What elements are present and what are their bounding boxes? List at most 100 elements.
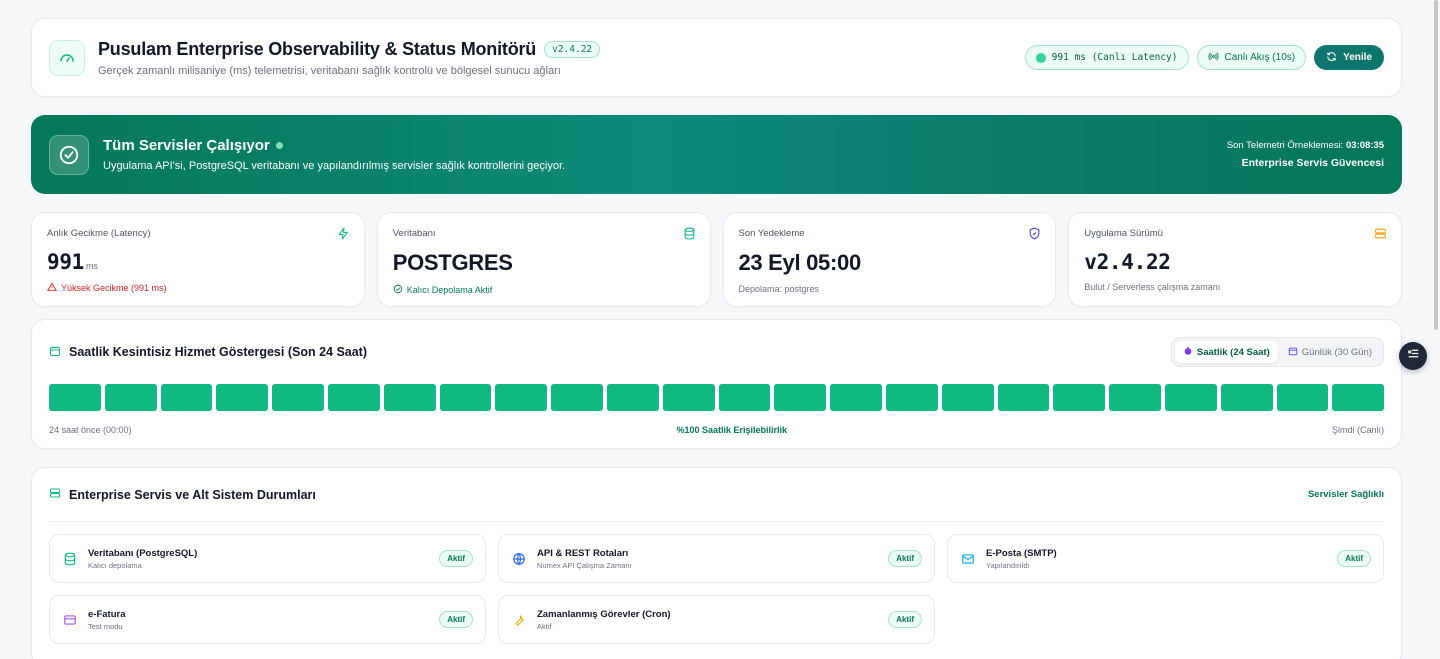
- wrench-icon: [511, 612, 527, 628]
- stat-note: Kalıcı Depolama Aktif: [406, 285, 493, 295]
- uptime-bar[interactable]: [1220, 384, 1273, 411]
- warning-icon: [47, 282, 57, 294]
- service-sub: Test modu: [88, 621, 123, 631]
- tab-hourly[interactable]: Saatlik (24 Saat): [1174, 341, 1278, 363]
- banner-title: Tüm Servisler Çalışıyor: [103, 137, 270, 154]
- status-badge: Aktif: [888, 611, 922, 628]
- latency-pill-label: 991 ms (Canlı Latency): [1051, 52, 1178, 63]
- range-toggle: Saatlik (24 Saat) Günlük (30 Gün): [1170, 337, 1384, 367]
- stat-card-backup: Son Yedekleme 23 Eyl 05:00 Depolama: pos…: [722, 212, 1057, 307]
- service-name: E-Posta (SMTP): [986, 547, 1057, 559]
- service-sub: Kalıcı depolama: [88, 560, 142, 570]
- stat-value: POSTGRES: [392, 250, 513, 275]
- uptime-bar[interactable]: [941, 384, 994, 411]
- stat-unit: ms: [86, 261, 98, 271]
- last-sample-label: Son Telemetri Örneklemesi:: [1226, 140, 1344, 151]
- stat-card-database: Veritabanı POSTGRES Kalıcı Depolama Akti…: [376, 212, 711, 307]
- tab-hourly-label: Saatlik (24 Saat): [1196, 346, 1270, 358]
- uptime-bar[interactable]: [216, 384, 269, 411]
- status-badge: Aktif: [439, 550, 473, 567]
- refresh-label: Yenile: [1343, 52, 1372, 63]
- uptime-bar[interactable]: [718, 384, 771, 411]
- refresh-icon: [1326, 51, 1337, 65]
- calendar-icon: [49, 345, 61, 360]
- tab-daily-label: Günlük (30 Gün): [1301, 346, 1372, 358]
- service-sub: Aktif: [537, 621, 552, 631]
- stat-card-latency: Anlık Gecikme (Latency) 991 ms Yüksek Gec…: [31, 212, 365, 307]
- server-icon: [1374, 227, 1387, 245]
- availability-label: %100 Saatlik Erişilebilirlik: [676, 425, 788, 435]
- uptime-bar[interactable]: [830, 384, 882, 411]
- status-dot-icon: [1035, 52, 1046, 63]
- refresh-button[interactable]: Yenile: [1314, 45, 1384, 70]
- mail-icon: [960, 551, 976, 567]
- uptime-bar[interactable]: [1332, 384, 1385, 411]
- services-title: Enterprise Servis ve Alt Sistem Durumlar…: [69, 487, 316, 502]
- stat-card-version: Uygulama Sürümü v2.4.22 Bulut / Serverle…: [1068, 212, 1402, 307]
- header-card: Pusulam Enterprise Observability & Statu…: [31, 18, 1402, 97]
- service-item-smtp[interactable]: E-Posta (SMTP) Yapılandırıldı Aktif: [947, 534, 1384, 583]
- services-card: Enterprise Servis ve Alt Sistem Durumlar…: [31, 467, 1402, 659]
- status-badge: Aktif: [439, 611, 473, 628]
- status-badge: Aktif: [888, 550, 922, 567]
- stat-value: 23 Eyl 05:00: [738, 250, 862, 275]
- uptime-bar[interactable]: [383, 384, 436, 411]
- uptime-bar[interactable]: [551, 384, 603, 411]
- uptime-bar[interactable]: [49, 384, 101, 411]
- service-name: e-Fatura: [88, 608, 126, 620]
- service-sub: Numex API Çalışma Zamanı: [537, 560, 632, 570]
- status-badge: Aktif: [1337, 550, 1371, 567]
- assurance-label: Enterprise Servis Güvencesi: [1241, 157, 1384, 169]
- service-sub: Yapılandırıldı: [986, 560, 1030, 570]
- uptime-bar[interactable]: [1109, 384, 1161, 411]
- services-healthy-link[interactable]: Servisler Sağlıklı: [1308, 489, 1384, 500]
- stat-value: 991: [47, 250, 85, 274]
- shield-icon: [1028, 227, 1041, 245]
- service-item-api[interactable]: API & REST Rotaları Numex API Çalışma Za…: [498, 534, 935, 583]
- card-icon: [62, 612, 78, 628]
- uptime-bar[interactable]: [662, 384, 715, 411]
- uptime-bar[interactable]: [327, 384, 380, 411]
- service-item-efatura[interactable]: e-Fatura Test modu Aktif: [49, 595, 486, 644]
- version-badge: v2.4.22: [544, 40, 601, 58]
- page-title: Pusulam Enterprise Observability & Statu…: [98, 38, 537, 59]
- uptime-bar[interactable]: [1276, 384, 1329, 411]
- stopwatch-icon: [1183, 346, 1193, 359]
- page-subtitle: Gerçek zamanlı milisaniye (ms) telemetri…: [98, 64, 561, 77]
- service-name: Veritabanı (PostgreSQL): [88, 547, 198, 559]
- stat-note: Depolama: postgres: [738, 284, 820, 294]
- last-sample-time: 03:08:35: [1345, 140, 1384, 151]
- calendar-icon: [1288, 346, 1298, 359]
- uptime-bar[interactable]: [495, 384, 548, 411]
- uptime-bars: [49, 384, 1385, 411]
- live-stream-toggle[interactable]: Canlı Akış (10s): [1196, 45, 1307, 70]
- gauge-icon: [49, 39, 85, 76]
- stat-label: Anlık Gecikme (Latency): [47, 228, 151, 239]
- database-icon: [62, 551, 78, 567]
- uptime-bar[interactable]: [104, 384, 157, 411]
- stat-label: Son Yedekleme: [738, 228, 805, 239]
- database-icon: [683, 227, 696, 245]
- tab-daily[interactable]: Günlük (30 Gün): [1280, 341, 1380, 363]
- service-item-cron[interactable]: Zamanlanmış Görevler (Cron) Aktif Aktif: [498, 595, 935, 644]
- latency-pill: 991 ms (Canlı Latency): [1024, 45, 1189, 70]
- service-item-database[interactable]: Veritabanı (PostgreSQL) Kalıcı depolama …: [49, 534, 486, 583]
- uptime-bar[interactable]: [272, 384, 324, 411]
- scrollbar-thumb[interactable]: [1434, 0, 1438, 330]
- uptime-bar[interactable]: [885, 384, 938, 411]
- floating-menu-button[interactable]: [1399, 342, 1427, 370]
- uptime-bar[interactable]: [997, 384, 1050, 411]
- live-dot-icon: [275, 142, 283, 149]
- uptime-bar[interactable]: [160, 384, 213, 411]
- stat-note: Yüksek Gecikme (991 ms): [61, 283, 167, 293]
- bolt-icon: [337, 227, 350, 245]
- uptime-bar[interactable]: [1164, 384, 1217, 411]
- menu-icon: [1407, 347, 1420, 365]
- uptime-bar[interactable]: [439, 384, 492, 411]
- check-circle-icon: [49, 134, 89, 175]
- uptime-bar[interactable]: [1053, 384, 1106, 411]
- banner-subtitle: Uygulama API'si, PostgreSQL veritabanı v…: [103, 160, 566, 172]
- uptime-bar[interactable]: [606, 384, 659, 411]
- uptime-bar[interactable]: [774, 384, 827, 411]
- status-banner: Tüm Servisler Çalışıyor Uygulama API'si,…: [31, 115, 1402, 194]
